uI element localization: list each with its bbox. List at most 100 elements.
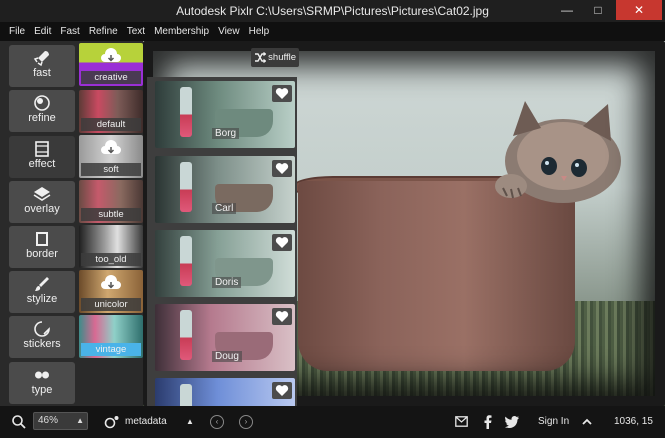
category-refine[interactable]: refine	[9, 90, 75, 132]
kitten-image	[495, 101, 621, 203]
zoom-value: 46%	[38, 415, 59, 426]
zoom-select[interactable]: 46% ▲	[33, 412, 88, 430]
title-bar: Autodesk Pixlr C:\Users\SRMP\Pictures\Pi…	[0, 0, 665, 22]
category-label: effect	[28, 158, 56, 170]
category-stylize[interactable]: stylize	[9, 271, 75, 313]
category-border[interactable]: border	[9, 226, 75, 268]
filter-subtle[interactable]: subtle	[79, 180, 143, 223]
metadata-icon[interactable]	[104, 415, 120, 429]
thumbnail-bottle	[180, 384, 192, 406]
preset-name: Doris	[212, 277, 242, 288]
preset-name: Borg	[212, 128, 240, 139]
preset-panel: Borg Carl Doris Doug	[147, 77, 297, 406]
caret-up-icon: ▲	[76, 416, 84, 425]
refine-icon	[9, 90, 75, 112]
preset-borg[interactable]: Borg	[155, 81, 295, 148]
menu-text[interactable]: Text	[127, 26, 145, 37]
menu-file[interactable]: File	[9, 26, 25, 37]
category-stickers[interactable]: stickers	[9, 316, 75, 358]
favorite-button[interactable]	[272, 308, 292, 325]
workspace: fast refine effect overlay border styliz…	[0, 41, 665, 406]
shuffle-icon	[255, 52, 266, 63]
favorite-button[interactable]	[272, 234, 292, 251]
filter-label: unicolor	[81, 298, 141, 311]
filter-label: creative	[81, 71, 141, 84]
facebook-icon[interactable]	[484, 415, 492, 429]
border-icon	[9, 226, 75, 248]
chevron-up-icon[interactable]	[582, 418, 592, 425]
maximize-button[interactable]: □	[584, 0, 612, 20]
thumbnail-bottle	[180, 310, 192, 360]
category-label: stylize	[26, 293, 58, 305]
minimize-button[interactable]: —	[553, 0, 581, 20]
filter-too-old[interactable]: too_old	[79, 225, 143, 268]
category-type[interactable]: type	[9, 362, 75, 404]
quote-icon	[9, 362, 75, 384]
thumbnail-bottle	[180, 162, 192, 212]
preset-carl[interactable]: Carl	[155, 156, 295, 223]
category-label: stickers	[23, 338, 61, 350]
shuffle-button[interactable]: shuffle	[251, 48, 299, 67]
rocket-icon	[9, 45, 75, 67]
heart-icon	[275, 385, 289, 396]
shuffle-label: shuffle	[268, 52, 296, 63]
preset-doug[interactable]: Doug	[155, 304, 295, 371]
metadata-label[interactable]: metadata	[125, 406, 167, 438]
download-cloud-icon	[101, 275, 121, 289]
brush-icon	[9, 271, 75, 293]
menu-fast[interactable]: Fast	[60, 26, 79, 37]
filter-default[interactable]: default	[79, 90, 143, 133]
heart-icon	[275, 88, 289, 99]
basket	[298, 181, 575, 371]
email-icon[interactable]	[455, 416, 468, 427]
caret-up-icon[interactable]: ▲	[186, 406, 194, 438]
category-overlay[interactable]: overlay	[9, 181, 75, 223]
menu-bar: File Edit Fast Refine Text Membership Vi…	[0, 22, 665, 41]
favorite-button[interactable]	[272, 160, 292, 177]
heart-icon	[275, 311, 289, 322]
filter-label: subtle	[81, 208, 141, 221]
filter-soft[interactable]: soft	[79, 135, 143, 178]
favorite-button[interactable]	[272, 382, 292, 399]
download-cloud-icon	[101, 48, 121, 62]
thumbnail-bottle	[180, 87, 192, 137]
menu-help[interactable]: Help	[249, 26, 270, 37]
twitter-icon[interactable]	[505, 416, 519, 428]
menu-view[interactable]: View	[218, 26, 240, 37]
menu-membership[interactable]: Membership	[154, 26, 209, 37]
sticker-icon	[9, 316, 75, 338]
category-effect[interactable]: effect	[9, 136, 75, 178]
download-cloud-icon	[101, 140, 121, 154]
filter-label: too_old	[81, 253, 141, 266]
category-fast[interactable]: fast	[9, 45, 75, 87]
close-button[interactable]: ✕	[616, 0, 662, 20]
film-icon	[9, 136, 75, 158]
next-button[interactable]: ›	[239, 415, 253, 429]
sign-in-link[interactable]: Sign In	[538, 406, 569, 438]
thumbnail-bottle	[180, 236, 192, 286]
layers-icon	[9, 181, 75, 203]
heart-icon	[275, 163, 289, 174]
category-label: refine	[28, 112, 56, 124]
preset-name: Carl	[212, 203, 237, 214]
filter-label: default	[81, 118, 141, 131]
previous-button[interactable]: ‹	[210, 415, 224, 429]
search-icon[interactable]	[12, 415, 26, 429]
category-label: border	[26, 248, 58, 260]
filter-label-selected: vintage	[81, 343, 141, 356]
favorite-button[interactable]	[272, 85, 292, 102]
menu-edit[interactable]: Edit	[34, 26, 51, 37]
preset-doris[interactable]: Doris	[155, 230, 295, 297]
preset-name: Doug	[212, 351, 242, 362]
category-label: fast	[33, 67, 51, 79]
menu-refine[interactable]: Refine	[89, 26, 118, 37]
heart-icon	[275, 237, 289, 248]
filter-creative[interactable]: creative	[79, 43, 143, 86]
filter-label: soft	[81, 163, 141, 176]
filter-unicolor[interactable]: unicolor	[79, 270, 143, 313]
category-label: type	[31, 384, 53, 396]
status-bar: 46% ▲ metadata ▲ ‹ › Sign In 1036, 15	[0, 406, 665, 438]
filter-vintage[interactable]: vintage	[79, 315, 143, 358]
preset-partial[interactable]	[155, 378, 295, 406]
category-label: overlay	[24, 203, 60, 215]
